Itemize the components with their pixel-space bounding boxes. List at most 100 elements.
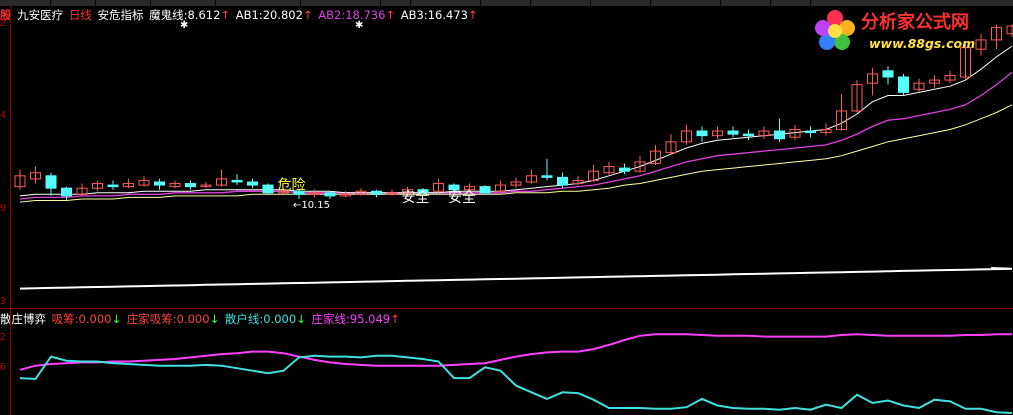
candle (45, 172, 57, 196)
y-axis-label: 4 (0, 110, 7, 121)
sanhu-value: 0.000 (263, 312, 297, 326)
candle (572, 175, 584, 186)
flower-logo-icon (815, 10, 855, 50)
candle (929, 75, 940, 88)
zhuang-label: 庄家线: (311, 312, 350, 326)
candle (836, 93, 847, 132)
candle-body (247, 181, 258, 186)
candle-body (231, 179, 243, 183)
candle (681, 124, 692, 145)
candle-body (185, 183, 196, 188)
candle (14, 169, 26, 190)
candle (433, 178, 444, 193)
sub-indicator-name[interactable]: 散庄博弈 (0, 312, 46, 326)
candle-body (696, 130, 708, 137)
candle-body (154, 181, 165, 186)
candle (712, 126, 723, 139)
candle (200, 181, 212, 189)
chart-annotation: 危险 (278, 178, 306, 194)
candle-body (324, 192, 336, 197)
candle (92, 180, 103, 192)
candle (696, 126, 708, 142)
candle (898, 73, 909, 96)
candle-body (45, 175, 57, 189)
candle-body (541, 175, 553, 178)
candle (743, 129, 754, 141)
chart-annotation: 安全 (402, 189, 430, 206)
xichou-value: 0.000 (78, 312, 112, 326)
logo-title: 分析家公式网 (861, 12, 969, 33)
axis-left-border (10, 6, 11, 415)
ab1-line (19, 45, 1013, 197)
candle-body (262, 184, 274, 194)
zhuang-series-line (19, 333, 1012, 371)
candle (324, 191, 336, 199)
sanhu-label: 散户线: (224, 312, 264, 326)
candle-body (619, 167, 630, 172)
zhuang-arrow: ↑ (390, 312, 400, 326)
candle (216, 169, 227, 187)
candle (355, 188, 367, 196)
candle (603, 161, 615, 176)
candle (665, 134, 677, 155)
candle (495, 180, 506, 193)
candle-body (371, 190, 382, 195)
zhuang-xichou-value: 0.000 (176, 312, 210, 326)
candle-body (557, 176, 568, 186)
candle (61, 186, 72, 201)
candle (123, 178, 134, 189)
candle (913, 78, 925, 93)
candle-body (743, 133, 754, 137)
candle-body (107, 184, 119, 188)
candle (805, 126, 816, 138)
candle (231, 174, 243, 186)
candle (541, 158, 553, 181)
xichou-arrow: ↓ (111, 312, 122, 326)
zhuang-xichou-label: 庄家吸筹: (126, 312, 177, 326)
main-chart-divider (0, 308, 1013, 309)
candle (758, 126, 770, 139)
candle (30, 166, 41, 184)
candle (185, 180, 196, 190)
candle (262, 183, 274, 195)
sanhu-arrow: ↓ (296, 312, 306, 326)
candle-body (448, 184, 460, 191)
candle (526, 169, 537, 184)
candle (634, 155, 646, 173)
candle (944, 70, 956, 84)
y-axis-label: 2 (0, 18, 7, 29)
candle (851, 80, 863, 113)
candle (107, 180, 119, 190)
xichou-label: 吸筹: (51, 312, 79, 326)
sub-y-axis-label: 2 (0, 332, 7, 343)
candle (169, 180, 181, 189)
candle (154, 178, 165, 190)
candle-body (774, 130, 785, 140)
candle (386, 189, 398, 196)
candle-body (61, 187, 72, 197)
candle-body (805, 130, 816, 134)
candle (882, 66, 894, 85)
candle-body (727, 130, 739, 135)
chart-annotation: 安全 (448, 189, 476, 206)
star-marker-icon: ✱ (355, 20, 363, 31)
star-marker-icon: ✱ (180, 20, 188, 31)
candle (510, 177, 522, 189)
candle (820, 123, 832, 136)
candle (371, 189, 382, 198)
logo-url: www.88gs.com (869, 36, 976, 51)
candle (479, 185, 491, 195)
candle (727, 126, 739, 138)
sub-indicator-header: 散庄博弈 吸筹:0.000↓ 庄家吸筹:0.000↓ 散户线:0.000↓ 庄家… (0, 310, 800, 328)
candle-body (882, 70, 894, 78)
zhuang-xichou-arrow: ↓ (209, 312, 220, 326)
zhuang-value: 95.049 (349, 312, 391, 326)
candle (774, 118, 785, 142)
y-axis-label: 9 (0, 203, 7, 214)
candle-body (479, 186, 491, 194)
sub-indicator-chart[interactable] (0, 328, 1013, 415)
candle (138, 175, 150, 187)
candle (76, 183, 88, 196)
long-ma-line (19, 267, 1013, 290)
candle-body (898, 76, 909, 93)
